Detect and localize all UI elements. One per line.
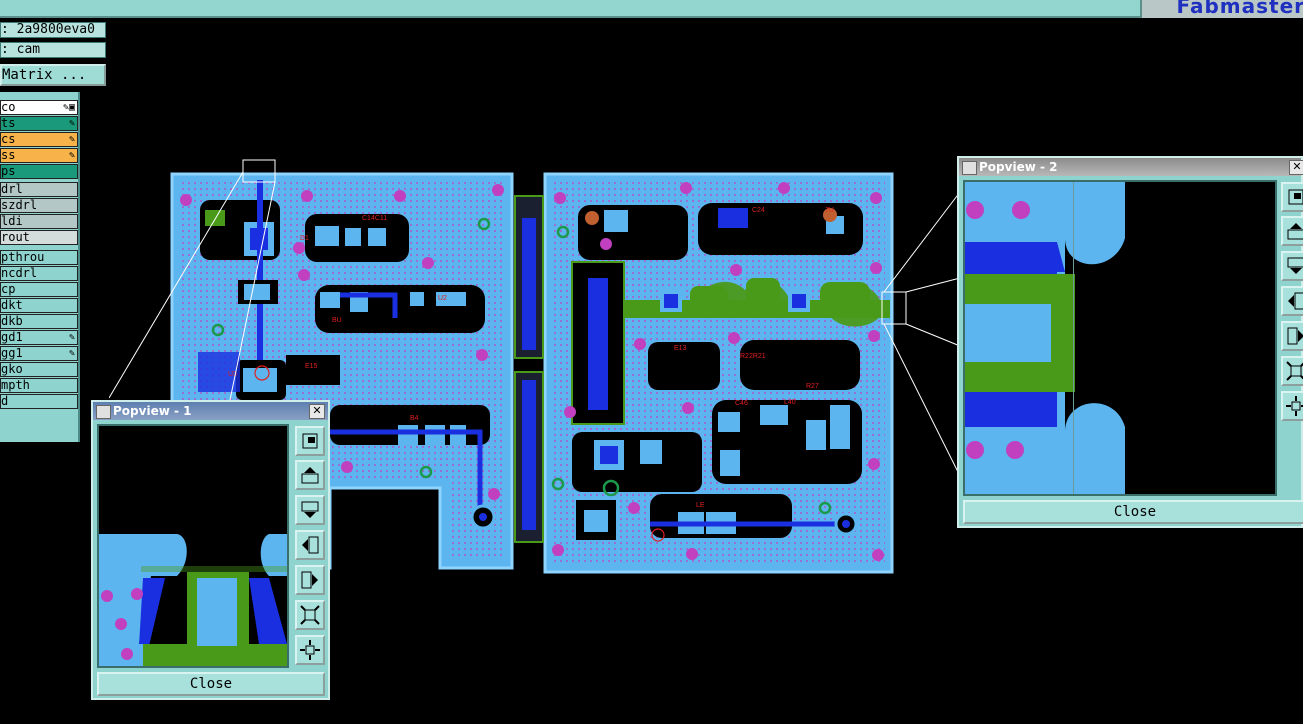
edit-icon: ✎ (68, 348, 75, 359)
zoom-box-icon[interactable] (1281, 182, 1303, 212)
zoom-center-icon[interactable] (295, 635, 325, 665)
layer-row[interactable]: rout (0, 230, 78, 245)
layer-row[interactable]: pthrou (0, 250, 78, 265)
svg-text:E15: E15 (305, 363, 318, 370)
step-name-field: : cam (0, 42, 106, 58)
layer-row[interactable]: dkt (0, 298, 78, 313)
top-toolbar (0, 0, 1140, 18)
zoom-center-icon[interactable] (1281, 391, 1303, 421)
layer-name: cs (1, 132, 16, 146)
layer-row[interactable]: gg1 ✎ (0, 346, 78, 361)
layer-name: ss (1, 148, 16, 162)
layer-name: cp (1, 282, 16, 296)
layer-row[interactable]: mpth (0, 378, 78, 393)
svg-text:R22R21: R22R21 (740, 353, 766, 360)
svg-text:E13: E13 (674, 345, 687, 352)
svg-text:U2: U2 (438, 295, 447, 302)
zoom-fit-icon[interactable] (1281, 356, 1303, 386)
layer-name: mpth (1, 378, 30, 392)
close-icon[interactable]: ✕ (309, 404, 325, 419)
popview-2-close-button[interactable]: Close (963, 500, 1303, 524)
layer-name: ldi (1, 214, 23, 228)
layer-row[interactable]: cs ✎ (0, 132, 78, 147)
popview-2-view[interactable] (963, 180, 1277, 496)
edit-icon: ✎▣ (62, 102, 75, 113)
layer-name: ncdrl (1, 266, 38, 280)
pan-down-icon[interactable] (1281, 251, 1303, 281)
popview-1-close-button[interactable]: Close (97, 672, 325, 696)
pan-right-icon[interactable] (295, 565, 325, 595)
layer-row[interactable]: ss ✎ (0, 148, 78, 163)
app-logo: Fabmaster (1176, 0, 1303, 18)
layer-name: dkb (1, 314, 23, 328)
popview-1-window: Popview - 1 ✕ Close (91, 400, 330, 700)
svg-text:C14C11: C14C11 (362, 215, 387, 222)
layer-name: rout (1, 230, 30, 244)
layer-name: szdrl (1, 198, 38, 212)
svg-text:C24: C24 (752, 207, 765, 214)
layer-row[interactable]: szdrl (0, 198, 78, 213)
layer-row[interactable]: drl (0, 182, 78, 197)
svg-text:L40: L40 (784, 399, 796, 406)
edit-icon: ✎ (68, 118, 75, 129)
svg-text:7U: 7U (825, 207, 834, 214)
window-icon (962, 161, 977, 175)
layer-name: drl (1, 182, 23, 196)
layer-name: co (1, 100, 16, 114)
layer-row[interactable]: ps (0, 164, 78, 179)
pan-up-icon[interactable] (1281, 216, 1303, 246)
popview-2-titlebar[interactable]: Popview - 2 ✕ (959, 158, 1303, 176)
layer-row[interactable]: ldi (0, 214, 78, 229)
edit-icon: ✎ (68, 150, 75, 161)
layer-list: co ✎▣ ts ✎ cs ✎ ss ✎ ps drl szdrl ldi rout pthrou ncdr… (0, 92, 80, 442)
layer-row[interactable]: cp (0, 282, 78, 297)
layer-row[interactable]: dkb (0, 314, 78, 329)
popview-2-window: Popview - 2 ✕ Close (957, 156, 1303, 528)
edit-icon: ✎ (68, 332, 75, 343)
pan-left-icon[interactable] (295, 530, 325, 560)
popview-1-title: Popview - 1 (113, 404, 192, 418)
popview-1-view[interactable] (97, 424, 289, 668)
close-icon[interactable]: ✕ (1289, 160, 1303, 175)
pan-right-icon[interactable] (1281, 321, 1303, 351)
layer-name: ps (1, 164, 16, 178)
edit-icon: ✎ (68, 134, 75, 145)
job-name-field: : 2a9800eva0 (0, 22, 106, 38)
zoom-fit-icon[interactable] (295, 600, 325, 630)
svg-text:D1: D1 (300, 235, 309, 242)
layer-name: d (1, 394, 9, 408)
layer-name: gko (1, 362, 23, 376)
svg-text:R27: R27 (806, 383, 819, 390)
popview-1-titlebar[interactable]: Popview - 1 ✕ (93, 402, 328, 420)
popview-2-title: Popview - 2 (979, 160, 1058, 174)
window-icon (96, 405, 111, 419)
layer-row[interactable]: d (0, 394, 78, 409)
layer-row[interactable]: gko (0, 362, 78, 377)
layer-row[interactable]: ts ✎ (0, 116, 78, 131)
pan-up-icon[interactable] (295, 460, 325, 490)
layer-row[interactable]: co ✎▣ (0, 100, 78, 115)
layer-name: dkt (1, 298, 23, 312)
matrix-button[interactable]: Matrix ... (0, 64, 106, 86)
pan-down-icon[interactable] (295, 495, 325, 525)
layer-name: pthrou (1, 250, 45, 264)
svg-text:LE: LE (696, 502, 705, 509)
layer-row[interactable]: ncdrl (0, 266, 78, 281)
svg-text:B4: B4 (410, 415, 419, 422)
svg-text:C46: C46 (735, 400, 748, 407)
pan-left-icon[interactable] (1281, 286, 1303, 316)
layer-name: gg1 (1, 346, 23, 360)
layer-name: ts (1, 116, 16, 130)
zoom-box-icon[interactable] (295, 426, 325, 456)
layer-row[interactable]: gd1 ✎ (0, 330, 78, 345)
svg-text:BU: BU (332, 317, 342, 324)
layer-name: gd1 (1, 330, 23, 344)
logo-area: Fabmaster (1140, 0, 1303, 18)
